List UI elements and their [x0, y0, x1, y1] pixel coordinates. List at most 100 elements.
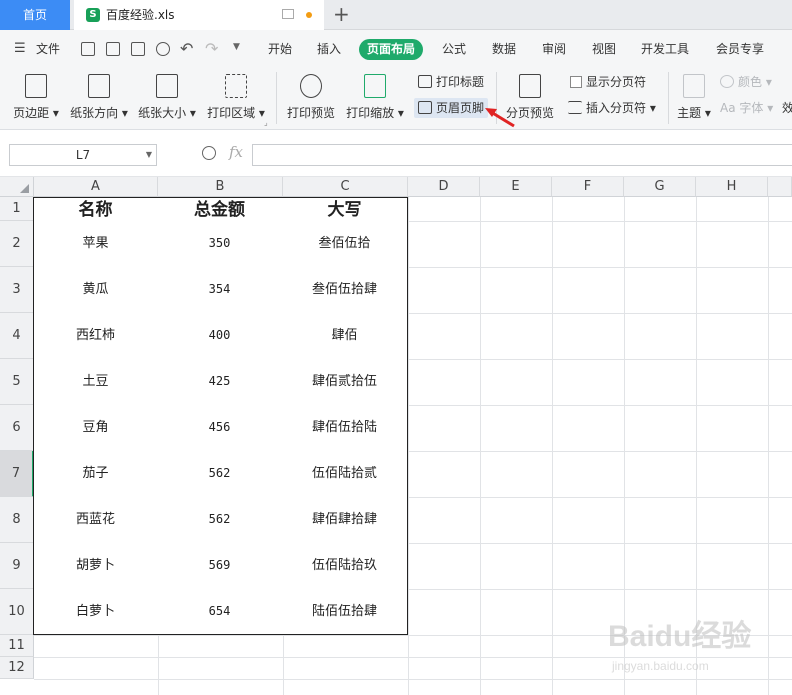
table-cell[interactable]: 肆佰肆拾肆 — [282, 496, 408, 543]
column-header-a[interactable]: A — [34, 177, 158, 197]
column-header-b[interactable]: B — [158, 177, 283, 197]
menu-member[interactable]: 会员专享 — [716, 30, 764, 68]
red-arrow-annotation-icon — [485, 108, 515, 128]
print-titles-icon — [418, 75, 432, 88]
row-header-7[interactable]: 7 — [0, 451, 34, 497]
row-header-6[interactable]: 6 — [0, 405, 34, 451]
customize-toolbar-icon[interactable]: ▼ — [233, 42, 240, 52]
formula-input[interactable] — [252, 144, 792, 166]
select-all-corner[interactable] — [0, 177, 34, 197]
column-header-f[interactable]: F — [552, 177, 624, 197]
table-header-cell[interactable]: 名称 — [33, 197, 158, 221]
menu-insert[interactable]: 插入 — [317, 30, 341, 68]
row-header-2[interactable]: 2 — [0, 221, 34, 267]
row-header-9[interactable]: 9 — [0, 543, 34, 589]
insert-function-icon[interactable]: fx — [229, 143, 243, 161]
table-cell[interactable]: 350 — [157, 220, 283, 267]
zoom-icon[interactable] — [202, 146, 216, 160]
row-header-1[interactable]: 1 — [0, 197, 34, 221]
row-header-3[interactable]: 3 — [0, 267, 34, 313]
menu-review[interactable]: 审阅 — [542, 30, 566, 68]
insert-page-break-button[interactable]: 插入分页符 ▾ — [568, 98, 656, 118]
column-header-partial[interactable] — [768, 177, 792, 197]
row-header-12[interactable]: 12 — [0, 657, 34, 679]
column-header-c[interactable]: C — [283, 177, 408, 197]
table-cell[interactable]: 叁佰伍拾 — [282, 220, 408, 267]
table-header-cell[interactable]: 大写 — [282, 197, 408, 221]
table-cell[interactable]: 茄子 — [33, 450, 158, 497]
column-header-g[interactable]: G — [624, 177, 696, 197]
table-cell[interactable]: 400 — [157, 312, 283, 359]
tab-file[interactable]: S 百度经验.xls — [74, 0, 324, 30]
table-cell[interactable]: 肆佰 — [282, 312, 408, 359]
name-box-dropdown-icon[interactable]: ▼ — [146, 145, 152, 165]
save-icon[interactable] — [81, 42, 95, 56]
print-preview-icon[interactable] — [156, 42, 170, 56]
table-cell[interactable]: 562 — [157, 496, 283, 543]
redo-icon[interactable]: ↷ — [205, 39, 218, 58]
column-header-h[interactable]: H — [696, 177, 768, 197]
paper-size-button[interactable]: 纸张大小 ▾ — [136, 72, 198, 124]
menu-developer[interactable]: 开发工具 — [641, 30, 689, 68]
palette-icon — [720, 75, 734, 88]
monitor-icon[interactable] — [282, 9, 294, 19]
row-header-11[interactable]: 11 — [0, 635, 34, 657]
table-cell[interactable]: 569 — [157, 542, 283, 589]
table-cell[interactable]: 土豆 — [33, 358, 158, 405]
menu-view[interactable]: 视图 — [592, 30, 616, 68]
table-cell[interactable]: 654 — [157, 588, 283, 635]
gridline-vertical — [552, 197, 553, 695]
row-header-4[interactable]: 4 — [0, 313, 34, 359]
table-cell[interactable]: 西红柿 — [33, 312, 158, 359]
print-icon[interactable] — [131, 42, 145, 56]
theme-fonts-button[interactable]: Aa 字体 ▾ — [720, 98, 773, 118]
tab-home[interactable]: 首页 — [0, 0, 70, 30]
menu-data[interactable]: 数据 — [492, 30, 516, 68]
table-cell[interactable]: 伍佰陆拾玖 — [282, 542, 408, 589]
menu-file[interactable]: 文件 — [36, 30, 60, 68]
table-cell[interactable]: 叁佰伍拾肆 — [282, 266, 408, 313]
table-cell[interactable]: 白萝卜 — [33, 588, 158, 635]
hamburger-menu-icon[interactable]: ☰ — [14, 30, 26, 68]
table-cell[interactable]: 胡萝卜 — [33, 542, 158, 589]
row-header-8[interactable]: 8 — [0, 497, 34, 543]
table-cell[interactable]: 西蓝花 — [33, 496, 158, 543]
undo-icon[interactable]: ↶ — [180, 39, 193, 58]
table-cell[interactable]: 黄瓜 — [33, 266, 158, 313]
table-header-cell[interactable]: 总金额 — [157, 197, 283, 221]
table-cell[interactable]: 425 — [157, 358, 283, 405]
table-cell[interactable]: 豆角 — [33, 404, 158, 451]
table-cell[interactable]: 肆佰贰拾伍 — [282, 358, 408, 405]
print-area-button[interactable]: 打印区域 ▾ — [205, 72, 267, 124]
table-cell[interactable]: 苹果 — [33, 220, 158, 267]
theme-colors-button[interactable]: 颜色 ▾ — [720, 72, 772, 92]
print-scale-button[interactable]: 打印缩放 ▾ — [344, 72, 406, 124]
row-header-10[interactable]: 10 — [0, 589, 34, 635]
export-pdf-icon[interactable] — [106, 42, 120, 56]
table-cell[interactable]: 陆佰伍拾肆 — [282, 588, 408, 635]
page-setup-launcher-icon[interactable]: ⌟ — [264, 118, 268, 127]
menu-formulas[interactable]: 公式 — [442, 30, 466, 68]
show-page-breaks-checkbox[interactable]: 显示分页符 — [570, 72, 646, 92]
name-box[interactable]: L7 ▼ — [9, 144, 157, 166]
menu-page-layout[interactable]: 页面布局 — [359, 39, 424, 60]
table-cell[interactable]: 562 — [157, 450, 283, 497]
header-footer-button[interactable]: 页眉页脚 — [414, 98, 489, 118]
theme-button[interactable]: 主题 ▾ — [676, 72, 712, 124]
print-titles-button[interactable]: 打印标题 — [418, 72, 484, 92]
table-cell[interactable]: 伍佰陆拾贰 — [282, 450, 408, 497]
orientation-button[interactable]: 纸张方向 ▾ — [68, 72, 130, 124]
new-tab-button[interactable]: + — [333, 3, 350, 25]
print-preview-button[interactable]: 打印预览 — [284, 72, 338, 124]
menu-home[interactable]: 开始 — [268, 30, 292, 68]
theme-effects-button[interactable]: 效 — [782, 98, 792, 118]
margins-button[interactable]: 页边距 ▾ — [8, 72, 64, 124]
print-preview-magnifier-icon — [300, 74, 322, 98]
table-cell[interactable]: 354 — [157, 266, 283, 313]
table-cell[interactable]: 肆佰伍拾陆 — [282, 404, 408, 451]
watermark-brand: Baidu经验 — [608, 619, 751, 653]
row-header-5[interactable]: 5 — [0, 359, 34, 405]
column-header-e[interactable]: E — [480, 177, 552, 197]
table-cell[interactable]: 456 — [157, 404, 283, 451]
column-header-d[interactable]: D — [408, 177, 480, 197]
